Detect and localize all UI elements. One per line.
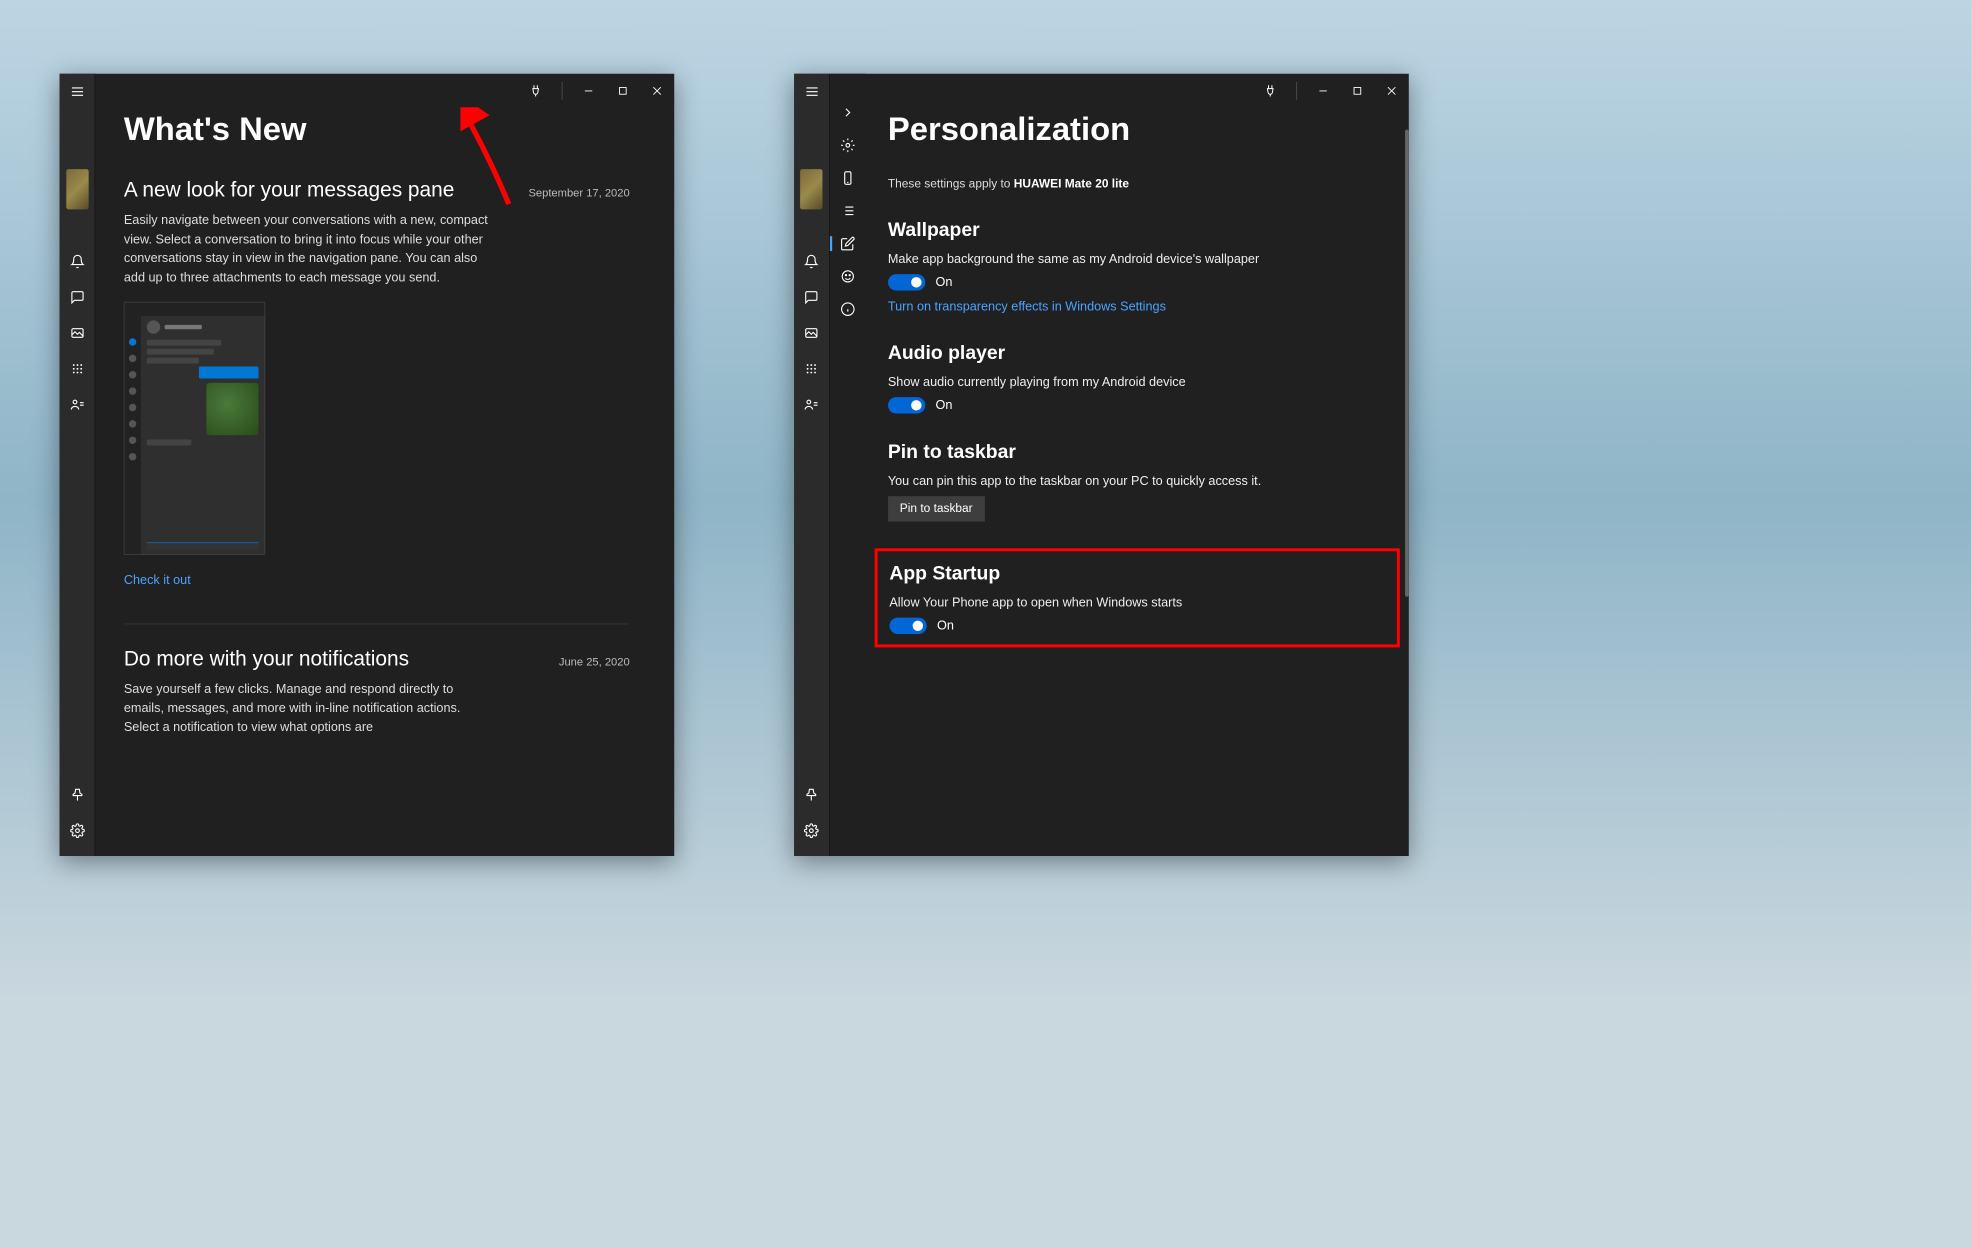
personalization-content: Personalization These settings apply to … [866,74,1409,856]
title-bar [519,74,675,108]
pin-icon[interactable] [794,777,830,813]
gear-icon[interactable] [830,129,866,162]
news-body: Easily navigate between your conversatio… [124,211,489,287]
close-button[interactable] [640,74,674,108]
startup-toggle[interactable] [889,618,926,634]
section-heading: Wallpaper [888,218,1386,241]
divider [124,624,630,625]
section-heading: Pin to taskbar [888,440,1386,463]
minimize-button[interactable] [572,74,606,108]
news-item: A new look for your messages pane Septem… [124,178,630,588]
setting-description: You can pin this app to the taskbar on y… [888,474,1386,489]
messages-icon[interactable] [59,279,95,315]
plug-icon[interactable] [1253,74,1287,108]
check-it-out-link[interactable]: Check it out [124,573,191,588]
settings-icon[interactable] [794,813,830,849]
main-sidebar [60,74,96,856]
audio-toggle[interactable] [888,397,925,413]
whats-new-window: What's New A new look for your messages … [60,74,675,856]
plug-icon[interactable] [519,74,553,108]
pin-section: Pin to taskbar You can pin this app to t… [888,440,1386,521]
audio-section: Audio player Show audio currently playin… [888,341,1386,413]
phone-icon[interactable] [830,162,866,195]
highlight-annotation: App Startup Allow Your Phone app to open… [874,548,1399,647]
photos-icon[interactable] [59,315,95,351]
maximize-button[interactable] [1340,74,1374,108]
title-bar [1253,74,1409,108]
phone-thumbnail[interactable] [66,169,88,209]
minimize-button[interactable] [1306,74,1340,108]
news-date: September 17, 2020 [528,187,629,200]
news-title: Do more with your notifications [124,647,409,671]
wallpaper-section: Wallpaper Make app background the same a… [888,218,1386,314]
maximize-button[interactable] [606,74,640,108]
feedback-icon[interactable] [830,260,866,293]
hamburger-button[interactable] [60,74,96,110]
hamburger-button[interactable] [794,74,830,110]
info-icon[interactable] [830,293,866,326]
close-button[interactable] [1374,74,1408,108]
wallpaper-toggle[interactable] [888,274,925,290]
section-heading: Audio player [888,341,1386,364]
phone-thumbnail[interactable] [800,169,822,209]
transparency-link[interactable]: Turn on transparency effects in Windows … [888,299,1386,314]
contacts-icon[interactable] [59,387,95,423]
toggle-state: On [937,618,954,633]
main-sidebar [794,74,830,856]
notifications-icon[interactable] [59,244,95,280]
startup-section: App Startup Allow Your Phone app to open… [889,562,1384,634]
news-date: June 25, 2020 [559,656,630,669]
settings-icon[interactable] [59,813,95,849]
page-title: Personalization [888,111,1386,148]
news-preview-image [124,302,266,555]
pin-icon[interactable] [59,777,95,813]
device-name: HUAWEI Mate 20 lite [1014,178,1129,191]
notifications-icon[interactable] [794,244,830,280]
toggle-state: On [936,398,953,413]
whats-new-content: What's New A new look for your messages … [96,74,675,856]
pin-to-taskbar-button[interactable]: Pin to taskbar [888,496,985,521]
photos-icon[interactable] [794,315,830,351]
setting-description: Make app background the same as my Andro… [888,252,1386,267]
setting-description: Show audio currently playing from my And… [888,375,1386,390]
toggle-state: On [936,275,953,290]
settings-sidebar [830,74,866,856]
section-heading: App Startup [889,562,1384,585]
back-icon[interactable] [830,96,866,129]
dialpad-icon[interactable] [794,351,830,387]
news-item: Do more with your notifications June 25,… [124,647,630,737]
dialpad-icon[interactable] [59,351,95,387]
scrollbar[interactable] [1405,130,1409,849]
contacts-icon[interactable] [794,387,830,423]
device-subtitle: These settings apply to HUAWEI Mate 20 l… [888,178,1386,191]
news-body: Save yourself a few clicks. Manage and r… [124,679,489,736]
setting-description: Allow Your Phone app to open when Window… [889,595,1384,610]
messages-icon[interactable] [794,279,830,315]
news-title: A new look for your messages pane [124,178,454,202]
personalize-icon[interactable] [830,227,866,260]
list-icon[interactable] [830,194,866,227]
personalization-window: Personalization These settings apply to … [794,74,1409,856]
page-title: What's New [124,111,630,148]
